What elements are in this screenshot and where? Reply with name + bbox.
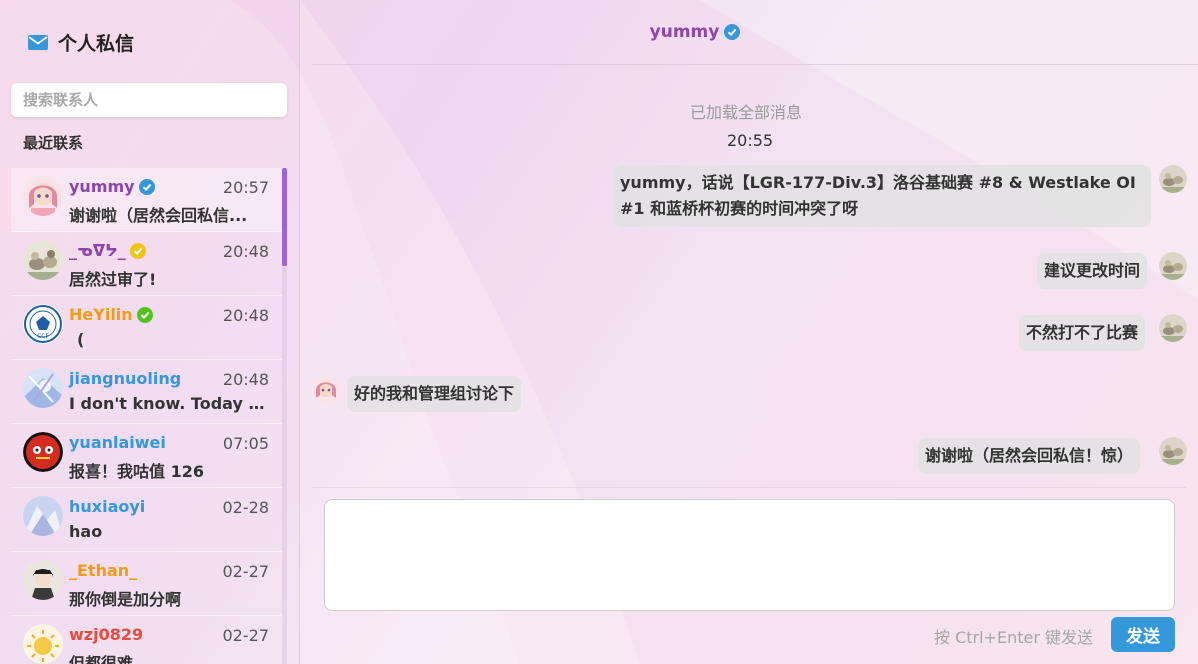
sidebar-title: 个人私信 bbox=[58, 32, 135, 55]
recent-contacts-label: 最近联系 bbox=[23, 134, 84, 152]
my-avatar bbox=[1159, 252, 1187, 280]
partner-avatar bbox=[312, 376, 340, 404]
contact-last-message: hao bbox=[69, 522, 103, 541]
contact-last-message: I don't know. Today I ... bbox=[69, 394, 269, 413]
contact-last-message: 谢谢啦（居然会回私信... bbox=[69, 206, 248, 225]
message-bubble-sent: 谢谢啦（居然会回私信！惊） bbox=[918, 438, 1141, 474]
contact-time: 02-27 bbox=[222, 562, 270, 581]
contact-name: yuanlaiwei bbox=[69, 433, 166, 452]
avatar bbox=[23, 368, 63, 408]
contact-time: 07:05 bbox=[222, 434, 269, 453]
contact-time: 20:57 bbox=[222, 178, 269, 197]
sidebar-header: 个人私信 bbox=[28, 28, 134, 56]
contact-item[interactable]: wzj0829 02-27 但都很难 bbox=[11, 616, 282, 664]
time-separator: 20:55 bbox=[727, 131, 774, 150]
contact-name: yummy bbox=[69, 177, 135, 196]
send-button[interactable]: 发送 bbox=[1111, 617, 1175, 652]
contact-item[interactable]: _ᓀᐁᔭ_ 20:48 居然过审了! bbox=[11, 232, 282, 296]
contact-time: 20:48 bbox=[222, 242, 269, 261]
my-avatar bbox=[1159, 437, 1187, 465]
contact-name: _ᓀᐁᔭ_ bbox=[69, 241, 126, 260]
message-bubble-sent: 不然打不了比赛 bbox=[1019, 315, 1146, 351]
svg-text:CCF: CCF bbox=[37, 333, 49, 340]
contact-list-scrollbar[interactable] bbox=[282, 168, 287, 664]
contact-name: jiangnuoling bbox=[69, 369, 182, 388]
contact-name: HeYilin bbox=[69, 305, 133, 324]
contact-item[interactable]: yuanlaiwei 07:05 报喜！我咕值 126 bbox=[11, 424, 282, 488]
message-input[interactable] bbox=[324, 499, 1175, 611]
loaded-all-notice: 已加载全部消息 bbox=[690, 103, 803, 122]
avatar bbox=[23, 560, 63, 600]
verified-badge-icon bbox=[138, 178, 155, 195]
contact-last-message: 那你倒是加分啊 bbox=[69, 590, 182, 609]
avatar bbox=[23, 496, 63, 536]
contact-name: wzj0829 bbox=[69, 625, 144, 644]
contact-time: 02-27 bbox=[222, 626, 270, 645]
verified-badge-icon bbox=[724, 24, 741, 40]
message-bubble-sent: 建议更改时间 bbox=[1037, 253, 1148, 289]
send-shortcut-hint: 按 Ctrl+Enter 键发送 bbox=[934, 628, 1093, 647]
contact-sidebar: 个人私信 最近联系 yummy 20:57 谢谢啦（居然会回私信... _ᓀᐁᔭ… bbox=[0, 0, 300, 664]
message-bubble-received: 好的我和管理组讨论下 bbox=[347, 376, 522, 412]
divider bbox=[312, 487, 1186, 488]
contact-item[interactable]: _Ethan_ 02-27 那你倒是加分啊 bbox=[11, 552, 282, 616]
contact-time: 02-28 bbox=[222, 498, 270, 517]
contact-list: yummy 20:57 谢谢啦（居然会回私信... _ᓀᐁᔭ_ 20:48 居然… bbox=[11, 168, 287, 664]
avatar bbox=[23, 624, 63, 664]
contact-item[interactable]: CCF HeYilin 20:48 ( bbox=[11, 296, 282, 360]
message-bubble-sent: yummy，话说【LGR-177-Div.3】洛谷基础赛 #8 & Westla… bbox=[614, 165, 1151, 227]
mail-icon bbox=[28, 34, 48, 50]
my-avatar bbox=[1159, 314, 1187, 342]
contact-item[interactable]: jiangnuoling 20:48 I don't know. Today I… bbox=[11, 360, 282, 424]
contact-last-message: 居然过审了! bbox=[69, 270, 157, 289]
chat-header: yummy bbox=[312, 0, 1198, 65]
contact-name: _Ethan_ bbox=[69, 561, 138, 580]
scrollbar-thumb[interactable] bbox=[282, 168, 287, 266]
my-avatar bbox=[1159, 165, 1187, 193]
avatar bbox=[23, 240, 63, 280]
avatar bbox=[23, 432, 63, 472]
contact-item-yummy[interactable]: yummy 20:57 谢谢啦（居然会回私信... bbox=[11, 168, 282, 232]
search-contacts-input[interactable] bbox=[11, 83, 287, 117]
contact-last-message: ( bbox=[77, 330, 85, 349]
contact-time: 20:48 bbox=[222, 306, 269, 325]
avatar: CCF bbox=[23, 304, 63, 344]
avatar bbox=[23, 176, 63, 216]
contact-last-message: 报喜！我咕值 126 bbox=[69, 462, 204, 481]
verified-badge-icon bbox=[136, 306, 153, 323]
contact-name: huxiaoyi bbox=[69, 497, 146, 516]
contact-time: 20:48 bbox=[222, 370, 269, 389]
contact-last-message: 但都很难 bbox=[69, 654, 134, 664]
contact-item[interactable]: huxiaoyi 02-28 hao bbox=[11, 488, 282, 552]
verified-badge-icon bbox=[129, 242, 146, 259]
chat-partner-name[interactable]: yummy bbox=[650, 22, 720, 42]
